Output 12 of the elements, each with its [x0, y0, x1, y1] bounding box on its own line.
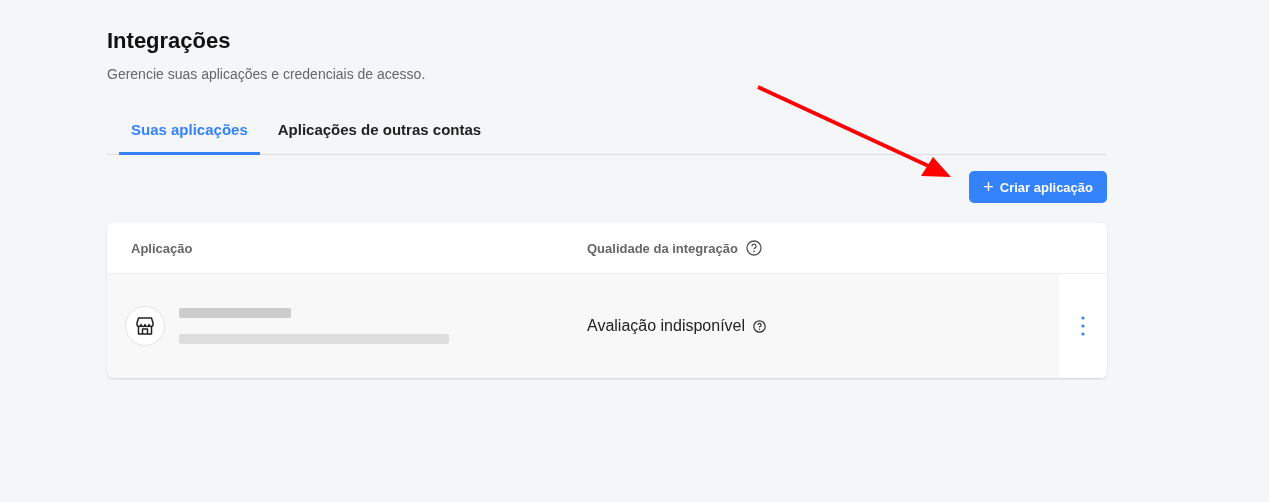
- create-application-button[interactable]: + Criar aplicação: [969, 171, 1107, 203]
- column-header: Aplicação: [131, 240, 193, 256]
- help-icon[interactable]: [753, 319, 767, 333]
- tab[interactable]: Suas aplicações: [119, 113, 260, 155]
- help-icon[interactable]: [746, 240, 762, 256]
- store-icon: [125, 306, 165, 346]
- tab[interactable]: Aplicações de outras contas: [265, 113, 494, 155]
- quality-text: Avaliação indisponível: [587, 317, 746, 335]
- more-options-icon[interactable]: [1081, 316, 1085, 336]
- page-title: Integrações: [107, 28, 232, 54]
- page-subtitle: Gerencie suas aplicações e credenciais de acesso.: [107, 66, 427, 82]
- column-header: Qualidade da integração: [587, 240, 738, 256]
